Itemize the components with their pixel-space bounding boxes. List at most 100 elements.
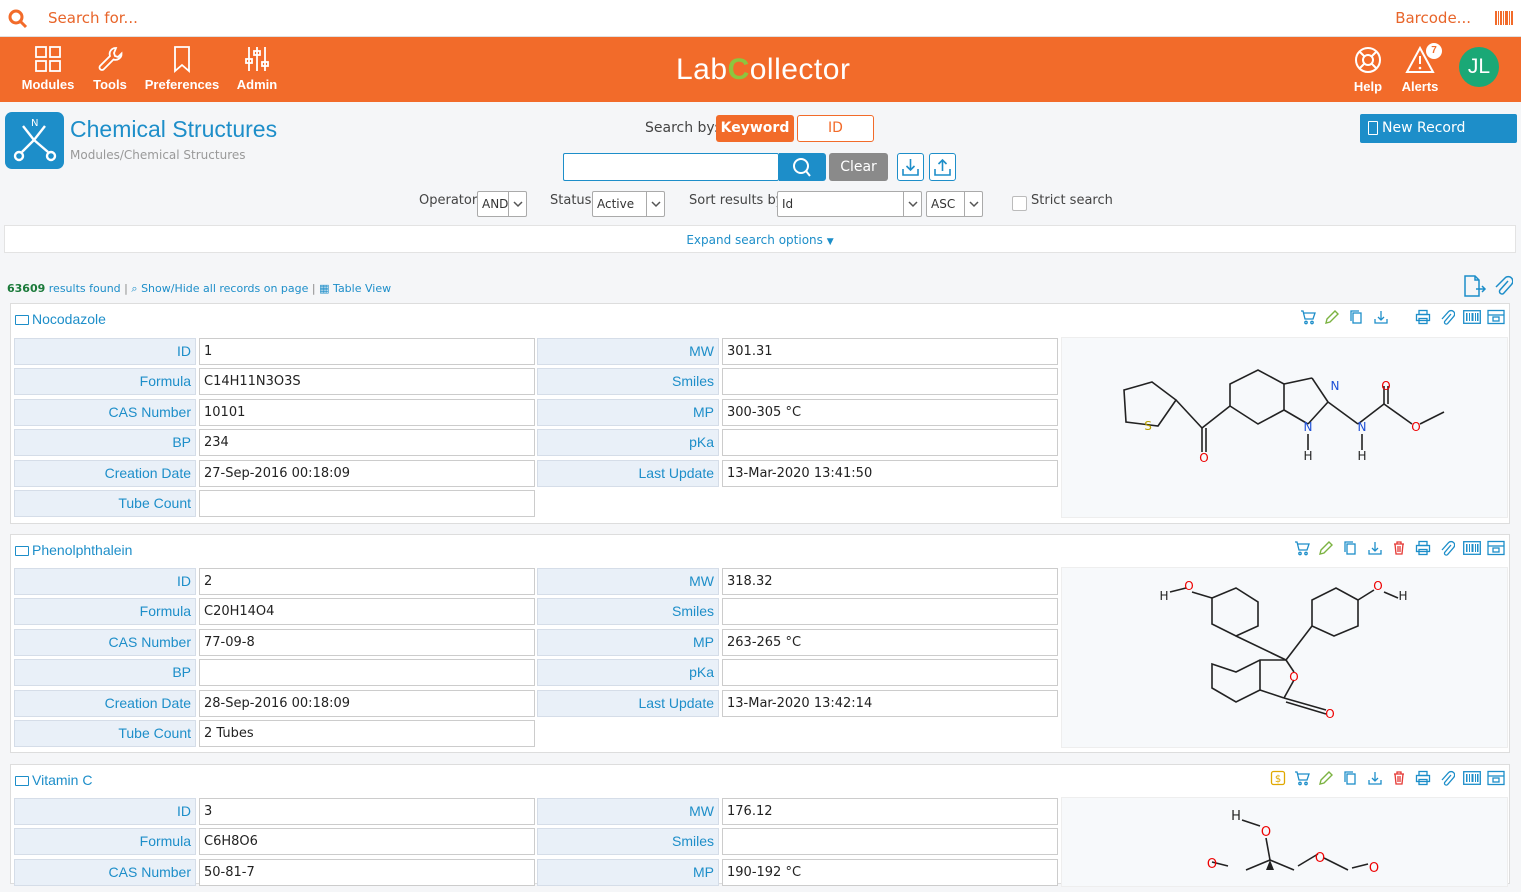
strict-search-label: Strict search [1031, 193, 1113, 208]
price-tag-icon[interactable]: $ [1270, 770, 1286, 786]
record-card: Phenolphthalein ID 2 MW 318.32 Formula C… [10, 534, 1510, 753]
field-label-cas: CAS Number [14, 859, 196, 886]
trash-icon[interactable] [1391, 770, 1407, 786]
attach-icon[interactable] [1439, 540, 1456, 556]
field-label-smiles: Smiles [537, 598, 719, 625]
grid-icon [35, 46, 61, 72]
structure-image: S O N N H N H O O [1061, 337, 1508, 518]
download-icon[interactable] [1367, 540, 1383, 556]
nav-tools[interactable]: Tools [90, 45, 130, 92]
chevron-down-icon [513, 201, 523, 208]
nav-preferences[interactable]: Preferences [144, 45, 220, 92]
export-button[interactable] [929, 153, 956, 181]
structure-image: H O O H O O [1061, 567, 1508, 748]
field-value-id: 1 [199, 338, 535, 365]
field-value-cas: 77-09-8 [199, 629, 535, 656]
barcode-label-icon[interactable] [1462, 309, 1481, 325]
keyword-search-input[interactable] [563, 153, 779, 181]
field-value-pka [722, 659, 1058, 686]
atom-label: N [1358, 420, 1367, 434]
sort-field-select[interactable]: Id [777, 191, 922, 217]
cart-icon[interactable] [1294, 770, 1311, 786]
sort-order-select[interactable]: ASC [926, 191, 983, 217]
copy-icon[interactable] [1342, 540, 1358, 556]
field-value-id: 3 [199, 798, 535, 825]
record-title[interactable]: Phenolphthalein [15, 542, 132, 558]
nav-modules[interactable]: Modules [20, 45, 76, 92]
nav-tools-label: Tools [93, 77, 127, 92]
breadcrumb[interactable]: Modules/Chemical Structures [70, 148, 246, 162]
global-search-input[interactable]: Search for... [48, 9, 138, 27]
field-value-pka [722, 429, 1058, 456]
sort-label: Sort results by: [689, 193, 787, 208]
zoom-icon: ⌕ [131, 282, 138, 295]
field-label-smiles: Smiles [537, 828, 719, 855]
field-value-id: 2 [199, 568, 535, 595]
record-title[interactable]: Vitamin C [15, 772, 92, 788]
folder-icon [15, 776, 29, 786]
field-value-cas: 50-81-7 [199, 859, 535, 886]
attach-icon[interactable] [1439, 309, 1456, 325]
search-by-keyword-button[interactable]: Keyword [716, 115, 794, 142]
operator-label: Operator: [419, 193, 482, 208]
new-record-button[interactable]: New Record [1360, 114, 1517, 143]
barcode-label-icon[interactable] [1462, 770, 1481, 786]
record-toolbar [1297, 309, 1505, 327]
chevron-down-icon [969, 201, 979, 208]
atom-label: O [1261, 825, 1271, 840]
field-label-formula: Formula [14, 368, 196, 395]
expand-search-options[interactable]: Expand search options ▼ [4, 225, 1516, 253]
edit-icon[interactable] [1318, 540, 1334, 556]
paperclip-icon[interactable] [1493, 274, 1514, 298]
export-document-icon[interactable] [1462, 274, 1488, 298]
nav-help[interactable]: Help [1350, 45, 1386, 94]
new-record-label: New Record [1382, 120, 1466, 136]
cart-icon[interactable] [1294, 540, 1311, 556]
barcode-input[interactable]: Barcode... [1395, 9, 1471, 27]
nav-admin[interactable]: Admin [234, 45, 280, 92]
operator-select[interactable]: AND [477, 191, 527, 217]
field-value-mp: 300-305 °C [722, 399, 1058, 426]
print-icon[interactable] [1415, 540, 1431, 556]
edit-icon[interactable] [1324, 309, 1340, 325]
search-button[interactable] [779, 153, 826, 181]
import-button[interactable] [897, 153, 924, 181]
search-by-id-button[interactable]: ID [797, 115, 874, 142]
show-hide-all-link[interactable]: Show/Hide all records on page [141, 282, 308, 295]
atom-label: N [1304, 420, 1313, 434]
atom-label: H [1357, 449, 1366, 463]
edit-icon[interactable] [1318, 770, 1334, 786]
nav-alerts[interactable]: 7 Alerts [1399, 43, 1442, 94]
attach-icon[interactable] [1439, 770, 1456, 786]
storage-box-icon[interactable] [1487, 540, 1505, 556]
table-view-link[interactable]: Table View [333, 282, 391, 295]
record-title[interactable]: Nocodazole [15, 311, 106, 327]
nav-help-label: Help [1353, 79, 1383, 94]
atom-label: O [1207, 857, 1217, 872]
field-value-created: 27-Sep-2016 00:18:09 [199, 460, 535, 487]
field-value-bp: 234 [199, 429, 535, 456]
record-card: Vitamin C $ ID 3 MW 176.12 Formula C6H8O… [10, 764, 1510, 887]
atom-label: H [1159, 589, 1168, 603]
labcollector-logo[interactable]: LabCollector [676, 53, 850, 87]
print-icon[interactable] [1415, 770, 1431, 786]
field-value-tubes[interactable]: 2 Tubes [199, 720, 535, 747]
global-search-bar: Search for... Barcode... [0, 0, 1521, 37]
storage-box-icon[interactable] [1487, 770, 1505, 786]
download-icon[interactable] [1373, 309, 1389, 325]
status-select[interactable]: Active [592, 191, 665, 217]
user-avatar[interactable]: JL [1459, 47, 1499, 87]
clear-button[interactable]: Clear [829, 153, 888, 181]
print-icon[interactable] [1415, 309, 1431, 325]
field-label-pka: pKa [537, 659, 719, 686]
barcode-icon[interactable] [1495, 11, 1513, 25]
download-icon[interactable] [1367, 770, 1383, 786]
cart-icon[interactable] [1300, 309, 1317, 325]
strict-search-checkbox[interactable] [1012, 196, 1027, 211]
barcode-label-icon[interactable] [1462, 540, 1481, 556]
copy-icon[interactable] [1348, 309, 1364, 325]
storage-box-icon[interactable] [1487, 309, 1505, 325]
trash-icon[interactable] [1391, 540, 1407, 556]
search-icon[interactable] [8, 9, 28, 29]
copy-icon[interactable] [1342, 770, 1358, 786]
